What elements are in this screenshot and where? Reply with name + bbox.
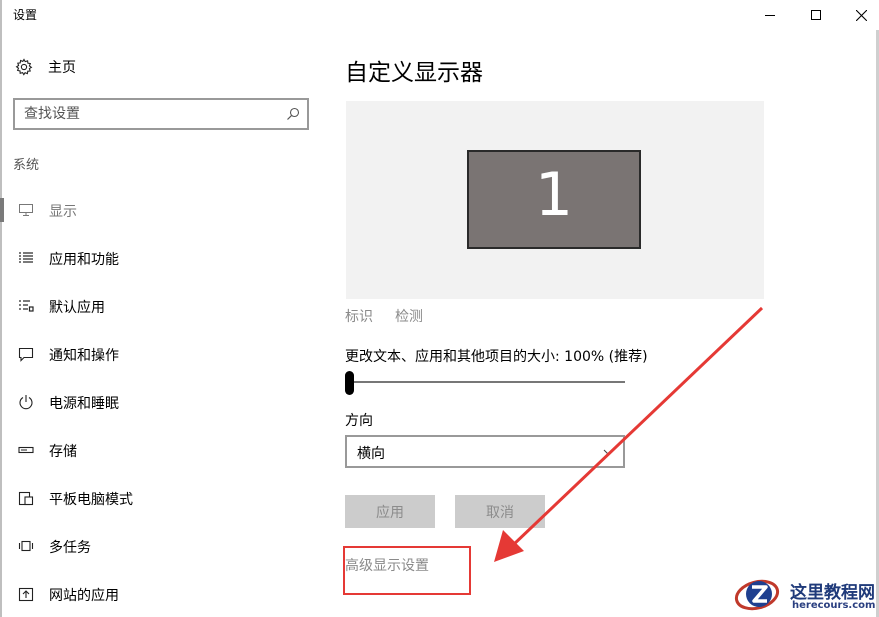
page-title: 自定义显示器	[345, 60, 483, 86]
cancel-button[interactable]: 取消	[455, 495, 545, 528]
sidebar-item-apps-for-websites[interactable]: 网站的应用	[0, 574, 320, 614]
display-arrangement-area[interactable]: 1	[346, 101, 764, 299]
orientation-label: 方向	[345, 413, 373, 429]
apply-button[interactable]: 应用	[345, 495, 435, 528]
orientation-dropdown[interactable]: 横向	[345, 435, 625, 468]
watermark-logo-icon	[734, 579, 780, 611]
monitor-tile[interactable]: 1	[467, 150, 641, 249]
chevron-down-icon	[603, 449, 613, 455]
sidebar-item-power-sleep[interactable]: 电源和睡眠	[0, 382, 320, 422]
storage-icon	[17, 442, 35, 458]
power-icon	[17, 394, 35, 410]
sidebar-item-storage[interactable]: 存储	[0, 430, 320, 470]
sidebar-item-notifications[interactable]: 通知和操作	[0, 334, 320, 374]
watermark-url: herecours.com	[792, 600, 876, 611]
sidebar-item-label: 多任务	[49, 540, 91, 556]
section-label-system: 系统	[13, 158, 40, 173]
scale-slider-thumb[interactable]	[345, 371, 354, 395]
minimize-icon	[765, 15, 775, 16]
sidebar-item-multitasking[interactable]: 多任务	[0, 526, 320, 566]
multitasking-icon	[17, 538, 35, 554]
scale-slider-track[interactable]	[350, 381, 625, 383]
apps-features-icon	[17, 250, 35, 266]
sidebar-item-label: 网站的应用	[49, 588, 119, 604]
settings-window: 设置 主页 系统	[0, 0, 879, 617]
sidebar-item-default-apps[interactable]: 默认应用	[0, 286, 320, 326]
tablet-mode-icon	[17, 490, 35, 506]
sidebar-item-label: 通知和操作	[49, 348, 119, 364]
close-button[interactable]	[838, 0, 879, 30]
sidebar-item-display[interactable]: 显示	[0, 190, 320, 230]
maximize-icon	[811, 10, 821, 20]
annotation-highlight-box	[343, 546, 471, 595]
search-input[interactable]	[24, 105, 274, 123]
home-label: 主页	[48, 60, 76, 76]
scale-label: 更改文本、应用和其他项目的大小: 100% (推荐)	[345, 349, 648, 365]
minimize-button[interactable]	[747, 0, 793, 30]
default-apps-icon	[17, 298, 35, 314]
gear-icon	[15, 58, 33, 76]
sidebar-item-label: 默认应用	[49, 300, 105, 316]
watermark: 这里教程网 herecours.com	[733, 574, 879, 617]
close-icon	[855, 9, 867, 21]
sidebar-item-label: 电源和睡眠	[49, 396, 119, 412]
window-title: 设置	[13, 8, 38, 22]
sidebar-item-apps-features[interactable]: 应用和功能	[0, 238, 320, 278]
sidebar-item-label: 应用和功能	[49, 252, 119, 268]
orientation-value: 横向	[357, 446, 385, 462]
maximize-button[interactable]	[793, 0, 839, 30]
title-bar[interactable]: 设置	[0, 0, 879, 30]
active-indicator	[0, 198, 4, 222]
sidebar-item-label: 显示	[49, 204, 77, 220]
detect-link[interactable]: 检测	[395, 306, 423, 326]
display-icon	[17, 202, 35, 218]
notifications-icon	[17, 346, 35, 362]
sidebar-item-label: 平板电脑模式	[49, 492, 133, 508]
sidebar-item-tablet-mode[interactable]: 平板电脑模式	[0, 478, 320, 518]
monitor-number: 1	[534, 160, 574, 230]
search-icon[interactable]	[285, 106, 301, 122]
home-link[interactable]: 主页	[15, 56, 76, 78]
search-box[interactable]	[13, 98, 309, 130]
identify-link[interactable]: 标识	[345, 306, 373, 326]
apps-for-websites-icon	[17, 586, 35, 602]
sidebar-item-label: 存储	[49, 444, 77, 460]
